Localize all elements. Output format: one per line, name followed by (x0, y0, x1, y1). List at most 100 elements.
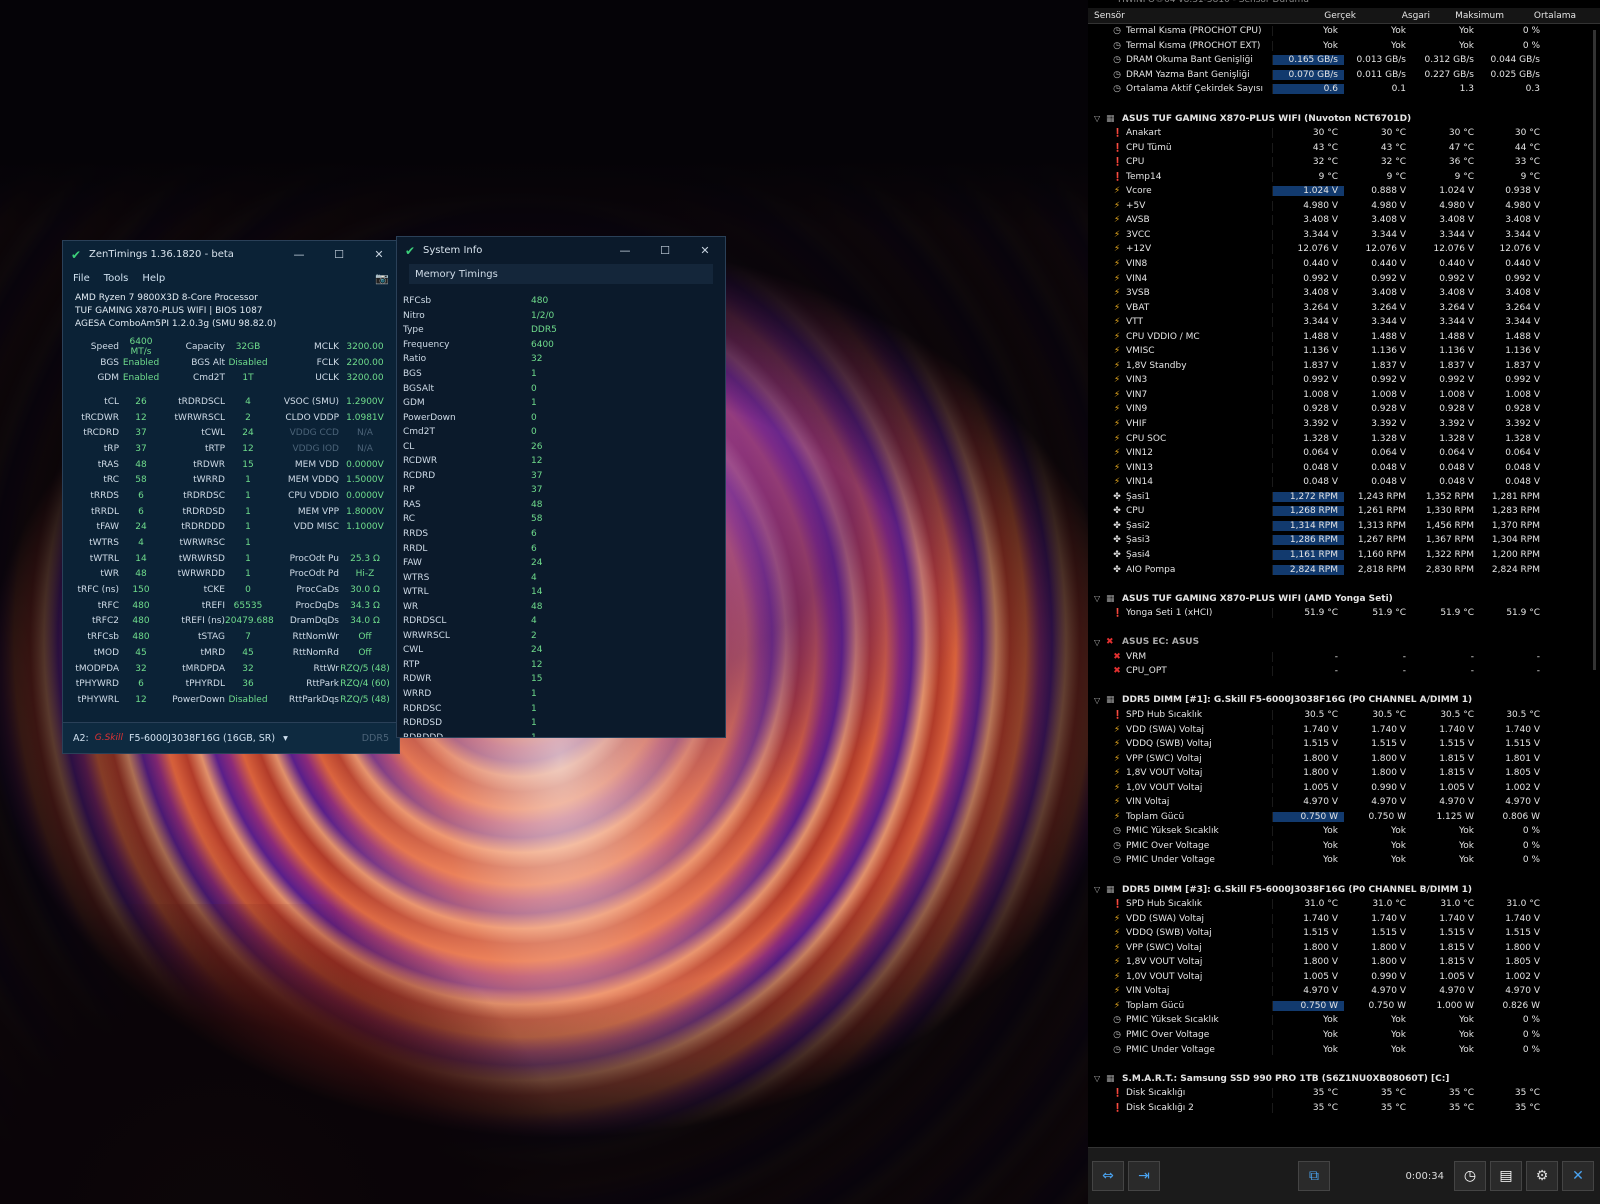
sensor-row[interactable]: ✤ CPU 1,268 RPM 1,261 RPM 1,330 RPM 1,283 RPM (1088, 504, 1600, 519)
sensor-row[interactable]: ❗ Anakart 30 °C 30 °C 30 °C 30 °C (1088, 126, 1600, 141)
sensor-row[interactable]: ⚡ 1,8V VOUT Voltaj 1.800 V 1.800 V 1.815 V 1.… (1088, 766, 1600, 781)
col-min[interactable]: Asgari (1362, 11, 1436, 21)
sensor-row[interactable]: ◷ PMIC Yüksek Sıcaklık Yok Yok Yok 0 % (1088, 1013, 1600, 1028)
sensor-group-header[interactable]: ▽ ▦ DDR5 DIMM [#1]: G.Skill F5-6000J3038F1… (1088, 693, 1600, 708)
sensor-row[interactable]: ⚡ Vcore 1.024 V 0.888 V 1.024 V 0.938 V (1088, 184, 1600, 199)
collapse-chevron-icon[interactable]: ▽ (1094, 638, 1106, 647)
sensor-row[interactable]: ◷ Termal Kısma (PROCHOT CPU) Yok Yok Yok 0 % (1088, 24, 1600, 39)
sensor-row[interactable]: ◷ Termal Kısma (PROCHOT EXT) Yok Yok Yok 0 % (1088, 39, 1600, 54)
zentimings-titlebar[interactable]: ✔ ZenTimings 1.36.1820 - beta — ☐ ✕ (63, 241, 399, 268)
sensor-row[interactable]: ⚡ VDD (SWA) Voltaj 1.740 V 1.740 V 1.740 V 1.… (1088, 911, 1600, 926)
collapse-arrows-icon[interactable]: ⇥ (1128, 1161, 1160, 1191)
sensor-row[interactable]: ⚡ 3VSB 3.408 V 3.408 V 3.408 V 3.408 V (1088, 286, 1600, 301)
settings-gear-icon[interactable]: ⚙ (1526, 1161, 1558, 1191)
sensor-row[interactable]: ✤ Şasi2 1,314 RPM 1,313 RPM 1,456 RPM 1,370 R… (1088, 519, 1600, 534)
sensor-row[interactable]: ✤ Şasi3 1,286 RPM 1,267 RPM 1,367 RPM 1,304 R… (1088, 533, 1600, 548)
collapse-chevron-icon[interactable]: ▽ (1094, 885, 1106, 894)
sensor-row[interactable]: ⚡ VDDQ (SWB) Voltaj 1.515 V 1.515 V 1.515 V 1… (1088, 926, 1600, 941)
expand-arrows-icon[interactable]: ⇔ (1092, 1161, 1124, 1191)
sensor-row[interactable]: ⚡ 3VCC 3.344 V 3.344 V 3.344 V 3.344 V (1088, 228, 1600, 243)
sensor-row[interactable]: ⚡ VIN7 1.008 V 1.008 V 1.008 V 1.008 V (1088, 388, 1600, 403)
sensor-row[interactable]: ◷ PMIC Yüksek Sıcaklık Yok Yok Yok 0 % (1088, 824, 1600, 839)
log-icon[interactable]: ▤ (1490, 1161, 1522, 1191)
sensor-row[interactable]: ⚡ CPU SOC 1.328 V 1.328 V 1.328 V 1.328 V (1088, 431, 1600, 446)
sensor-row[interactable]: ❗ Yonga Seti 1 (xHCI) 51.9 °C 51.9 °C 51.9 °… (1088, 606, 1600, 621)
sensor-row[interactable]: ⚡ VDD (SWA) Voltaj 1.740 V 1.740 V 1.740 V 1.… (1088, 722, 1600, 737)
minimize-icon[interactable]: — (605, 244, 645, 257)
sensor-row[interactable]: ⚡ VIN8 0.440 V 0.440 V 0.440 V 0.440 V (1088, 257, 1600, 272)
sensor-row[interactable]: ⚡ VMISC 1.136 V 1.136 V 1.136 V 1.136 V (1088, 344, 1600, 359)
scrollbar[interactable] (1593, 30, 1596, 670)
sensor-row[interactable]: ◷ PMIC Over Voltage Yok Yok Yok 0 % (1088, 1028, 1600, 1043)
col-sensor[interactable]: Sensör (1088, 11, 1284, 21)
sensor-group-header[interactable]: ▽ ▦ ASUS TUF GAMING X870-PLUS WIFI (AMD Yo… (1088, 591, 1600, 606)
maximize-icon[interactable]: ☐ (319, 248, 359, 261)
sensor-row[interactable]: ⚡ VIN Voltaj 4.970 V 4.970 V 4.970 V 4.970 V (1088, 984, 1600, 999)
col-max[interactable]: Maksimum (1436, 11, 1510, 21)
sensor-row[interactable]: ❗ Temp14 9 °C 9 °C 9 °C 9 °C (1088, 169, 1600, 184)
screenshot-camera-icon[interactable]: 📷 (375, 272, 389, 285)
system-info-titlebar[interactable]: ✔ System Info — ☐ ✕ (397, 237, 725, 264)
menu-help[interactable]: Help (142, 273, 165, 284)
sensor-row[interactable]: ◷ PMIC Over Voltage Yok Yok Yok 0 % (1088, 839, 1600, 854)
close-x-icon[interactable]: ✕ (1562, 1161, 1594, 1191)
sensor-row[interactable]: ◷ Ortalama Aktif Çekirdek Sayısı 0.6 0.1 1.3… (1088, 82, 1600, 97)
collapse-chevron-icon[interactable]: ▽ (1094, 1074, 1106, 1083)
collapse-chevron-icon[interactable]: ▽ (1094, 594, 1106, 603)
sensor-row[interactable]: ⚡ Toplam Gücü 0.750 W 0.750 W 1.000 W 0.826 W (1088, 999, 1600, 1014)
maximize-icon[interactable]: ☐ (645, 244, 685, 257)
sensor-row[interactable]: ⚡ 1,0V VOUT Voltaj 1.005 V 0.990 V 1.005 V 1.… (1088, 780, 1600, 795)
sensor-row[interactable]: ❗ Disk Sıcaklığı 2 35 °C 35 °C 35 °C 35 °C (1088, 1100, 1600, 1115)
sensor-row[interactable]: ⚡ 1,0V VOUT Voltaj 1.005 V 0.990 V 1.005 V 1.… (1088, 970, 1600, 985)
sensor-row[interactable]: ✤ Şasi4 1,161 RPM 1,160 RPM 1,322 RPM 1,200 R… (1088, 548, 1600, 563)
sensor-row[interactable]: ◷ PMIC Under Voltage Yok Yok Yok 0 % (1088, 853, 1600, 868)
menu-file[interactable]: File (73, 273, 90, 284)
sensor-row[interactable]: ⚡ VPP (SWC) Voltaj 1.800 V 1.800 V 1.815 V 1.… (1088, 940, 1600, 955)
col-avg[interactable]: Ortalama (1510, 11, 1582, 21)
sensor-row[interactable]: ⚡ VIN12 0.064 V 0.064 V 0.064 V 0.064 V (1088, 446, 1600, 461)
sensor-row[interactable]: ⚡ CPU VDDIO / MC 1.488 V 1.488 V 1.488 V 1.48… (1088, 329, 1600, 344)
sensor-row[interactable]: ⚡ VIN4 0.992 V 0.992 V 0.992 V 0.992 V (1088, 271, 1600, 286)
sensor-row[interactable]: ⚡ VBAT 3.264 V 3.264 V 3.264 V 3.264 V (1088, 300, 1600, 315)
sensor-row[interactable]: ❗ SPD Hub Sıcaklık 30.5 °C 30.5 °C 30.5 °C 30… (1088, 708, 1600, 723)
sensor-row[interactable]: ◷ DRAM Yazma Bant Genişliği 0.070 GB/s 0.01… (1088, 68, 1600, 83)
sensor-row[interactable]: ⚡ VIN3 0.992 V 0.992 V 0.992 V 0.992 V (1088, 373, 1600, 388)
sensor-row[interactable]: ❗ SPD Hub Sıcaklık 31.0 °C 31.0 °C 31.0 °C 31… (1088, 897, 1600, 912)
sensor-row[interactable]: ❗ Disk Sıcaklığı 35 °C 35 °C 35 °C 35 °C (1088, 1086, 1600, 1101)
network-icon[interactable]: ⧉ (1298, 1161, 1330, 1191)
sensor-row[interactable]: ⚡ VIN14 0.048 V 0.048 V 0.048 V 0.048 V (1088, 475, 1600, 490)
sensor-row[interactable]: ⚡ 1,8V Standby 1.837 V 1.837 V 1.837 V 1.837 … (1088, 359, 1600, 374)
sensor-row[interactable]: ⚡ VPP (SWC) Voltaj 1.800 V 1.800 V 1.815 V 1.… (1088, 751, 1600, 766)
sensor-row[interactable]: ⚡ AVSB 3.408 V 3.408 V 3.408 V 3.408 V (1088, 213, 1600, 228)
sensor-row[interactable]: ⚡ VTT 3.344 V 3.344 V 3.344 V 3.344 V (1088, 315, 1600, 330)
sensor-row[interactable]: ❗ CPU 32 °C 32 °C 36 °C 33 °C (1088, 155, 1600, 170)
sensor-row[interactable]: ⚡ VIN13 0.048 V 0.048 V 0.048 V 0.048 V (1088, 460, 1600, 475)
sensor-group-header[interactable]: ▽ ✖ ASUS EC: ASUS (1088, 635, 1600, 650)
sensor-row[interactable]: ⚡ VIN9 0.928 V 0.928 V 0.928 V 0.928 V (1088, 402, 1600, 417)
sensor-row[interactable]: ⚡ VIN Voltaj 4.970 V 4.970 V 4.970 V 4.970 V (1088, 795, 1600, 810)
sensor-row[interactable]: ⚡ 1,8V VOUT Voltaj 1.800 V 1.800 V 1.815 V 1.… (1088, 955, 1600, 970)
sensor-row[interactable]: ◷ PMIC Under Voltage Yok Yok Yok 0 % (1088, 1042, 1600, 1057)
sensor-row[interactable]: ✤ Şasi1 1,272 RPM 1,243 RPM 1,352 RPM 1,281 R… (1088, 490, 1600, 505)
sensor-row[interactable]: ✖ CPU_OPT - - - - (1088, 664, 1600, 679)
clock-icon[interactable]: ◷ (1454, 1161, 1486, 1191)
sensor-row[interactable]: ⚡ VDDQ (SWB) Voltaj 1.515 V 1.515 V 1.515 V 1… (1088, 737, 1600, 752)
sensor-group-header[interactable]: ▽ ▦ DDR5 DIMM [#3]: G.Skill F5-6000J3038F1… (1088, 882, 1600, 897)
sensor-row[interactable]: ⚡ Toplam Gücü 0.750 W 0.750 W 1.125 W 0.806 W (1088, 810, 1600, 825)
chevron-down-icon[interactable]: ▾ (283, 733, 288, 744)
col-current[interactable]: Gerçek (1284, 11, 1362, 21)
collapse-chevron-icon[interactable]: ▽ (1094, 114, 1106, 123)
sensor-row[interactable]: ❗ CPU Tümü 43 °C 43 °C 47 °C 44 °C (1088, 140, 1600, 155)
sensor-row[interactable]: ✖ VRM - - - - (1088, 650, 1600, 665)
sensor-row[interactable]: ⚡ +12V 12.076 V 12.076 V 12.076 V 12.076 V (1088, 242, 1600, 257)
collapse-chevron-icon[interactable]: ▽ (1094, 696, 1106, 705)
menu-tools[interactable]: Tools (104, 273, 129, 284)
sensor-group-header[interactable]: ▽ ▦ ASUS TUF GAMING X870-PLUS WIFI (Nuvoto… (1088, 111, 1600, 126)
sensor-row[interactable]: ◷ DRAM Okuma Bant Genişliği 0.165 GB/s 0.01… (1088, 53, 1600, 68)
module-selector[interactable]: A2: G.Skill F5-6000J3038F16G (16GB, SR) … (63, 722, 399, 753)
close-icon[interactable]: ✕ (359, 248, 399, 261)
sensor-row[interactable]: ⚡ VHIF 3.392 V 3.392 V 3.392 V 3.392 V (1088, 417, 1600, 432)
close-icon[interactable]: ✕ (685, 244, 725, 257)
sensor-group-header[interactable]: ▽ ▦ S.M.A.R.T.: Samsung SSD 990 PRO 1TB (S… (1088, 1071, 1600, 1086)
minimize-icon[interactable]: — (279, 248, 319, 261)
